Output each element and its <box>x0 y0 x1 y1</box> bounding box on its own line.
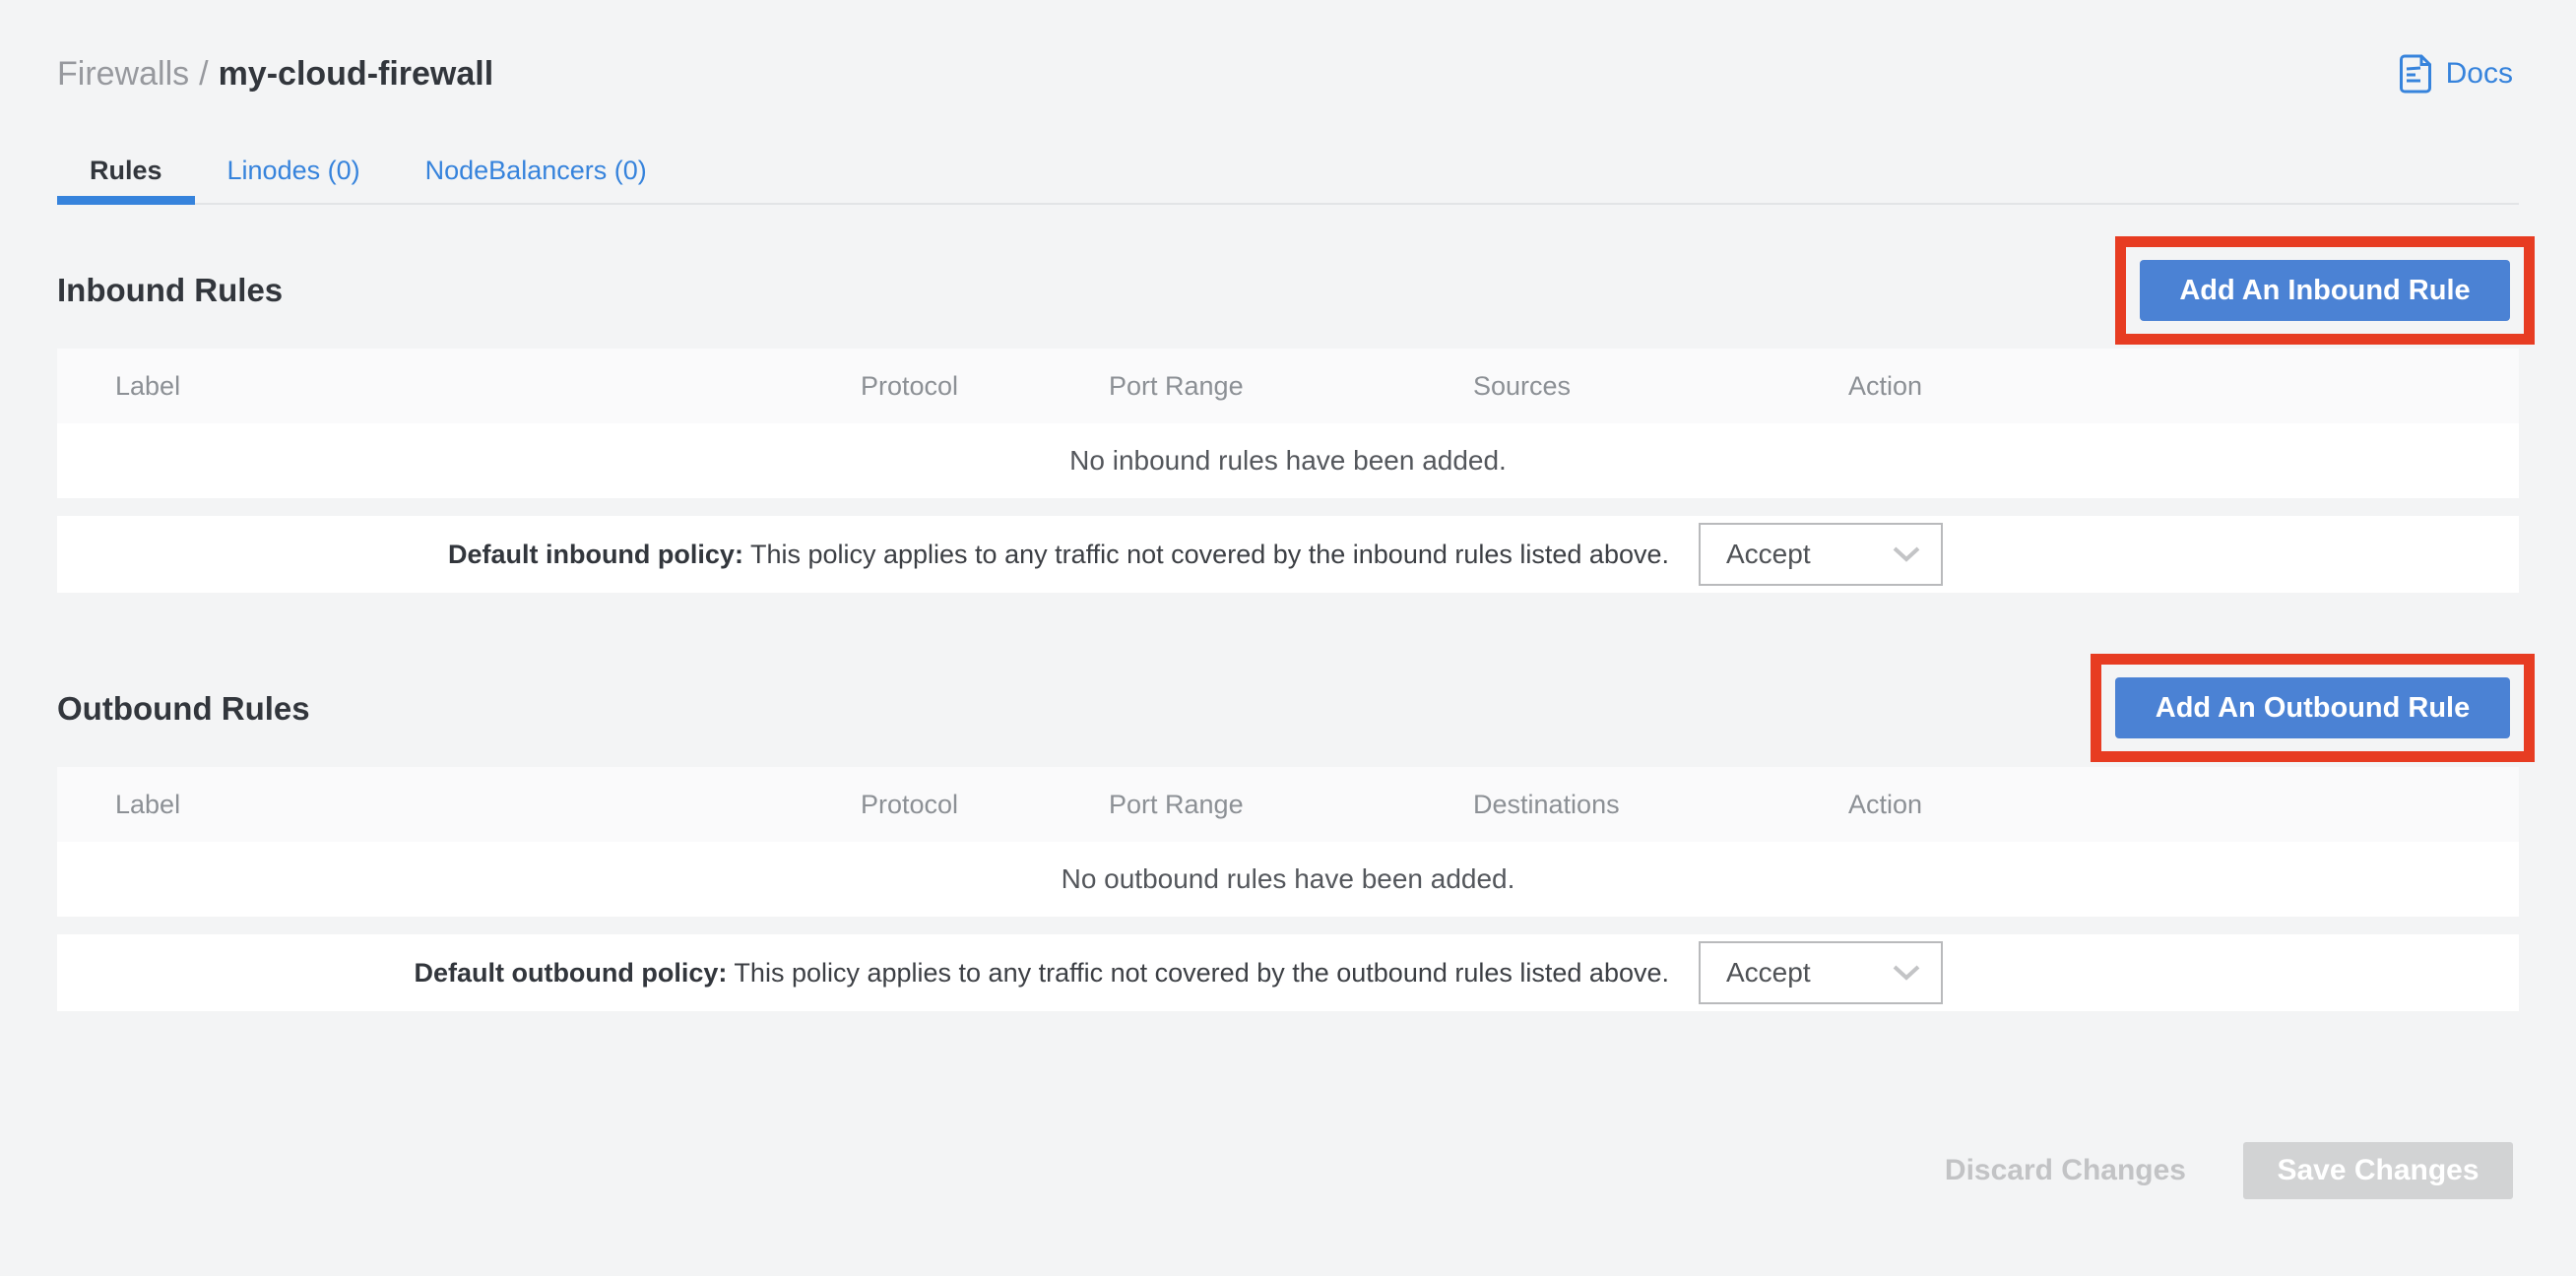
inbound-col-action: Action <box>1848 349 1922 423</box>
outbound-col-port-range: Port Range <box>1109 767 1244 842</box>
highlight-box-inbound: Add An Inbound Rule <box>2115 236 2535 345</box>
outbound-col-destinations: Destinations <box>1473 767 1620 842</box>
outbound-policy-row: Default outbound policy: This policy app… <box>57 934 2519 1011</box>
inbound-empty-row: No inbound rules have been added. <box>57 423 2519 498</box>
inbound-col-sources: Sources <box>1473 349 1571 423</box>
add-inbound-rule-button[interactable]: Add An Inbound Rule <box>2140 260 2510 321</box>
firewall-detail-page: Firewalls / my-cloud-firewall Docs Rules… <box>0 0 2576 1276</box>
row-gap <box>57 917 2519 934</box>
row-gap <box>57 498 2519 516</box>
footer-actions: Discard Changes Save Changes <box>1935 1142 2513 1199</box>
outbound-policy-description: Default outbound policy: This policy app… <box>414 958 1669 989</box>
inbound-policy-select[interactable]: Accept <box>1699 523 1943 586</box>
inbound-col-label: Label <box>115 349 180 423</box>
inbound-col-protocol: Protocol <box>861 349 958 423</box>
outbound-rules-heading: Outbound Rules <box>57 686 310 732</box>
inbound-policy-label: Default inbound policy: <box>448 540 743 569</box>
outbound-col-protocol: Protocol <box>861 767 958 842</box>
outbound-col-action: Action <box>1848 767 1922 842</box>
save-changes-button[interactable]: Save Changes <box>2243 1142 2513 1199</box>
inbound-table-header: Label Protocol Port Range Sources Action <box>57 349 2519 423</box>
discard-changes-button[interactable]: Discard Changes <box>1935 1154 2196 1187</box>
outbound-empty-row: No outbound rules have been added. <box>57 842 2519 917</box>
outbound-col-label: Label <box>115 767 180 842</box>
outbound-table-header: Label Protocol Port Range Destinations A… <box>57 767 2519 842</box>
outbound-policy-label: Default outbound policy: <box>414 958 727 988</box>
inbound-policy-selected-value: Accept <box>1726 539 1811 570</box>
inbound-policy-help-text: This policy applies to any traffic not c… <box>743 540 1669 569</box>
highlight-box-outbound: Add An Outbound Rule <box>2091 654 2535 762</box>
add-outbound-rule-button[interactable]: Add An Outbound Rule <box>2115 677 2510 738</box>
outbound-policy-selected-value: Accept <box>1726 957 1811 989</box>
outbound-rules-table: Label Protocol Port Range Destinations A… <box>57 767 2519 1011</box>
chevron-down-icon <box>1892 545 1921 563</box>
inbound-policy-description: Default inbound policy: This policy appl… <box>448 540 1669 570</box>
outbound-policy-select[interactable]: Accept <box>1699 941 1943 1004</box>
inbound-col-port-range: Port Range <box>1109 349 1244 423</box>
chevron-down-icon <box>1892 964 1921 982</box>
inbound-policy-row: Default inbound policy: This policy appl… <box>57 516 2519 593</box>
inbound-rules-heading: Inbound Rules <box>57 268 283 313</box>
outbound-policy-help-text: This policy applies to any traffic not c… <box>727 958 1669 988</box>
inbound-rules-table: Label Protocol Port Range Sources Action… <box>57 349 2519 593</box>
